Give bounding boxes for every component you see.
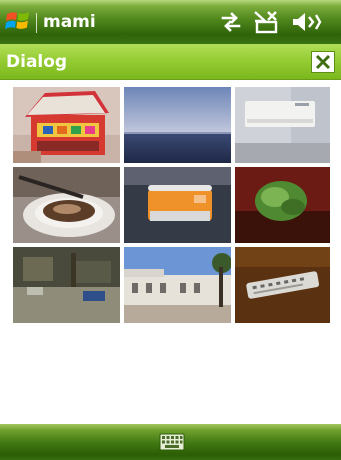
soft-key-bar [0,424,341,460]
thumbnail-grid [13,87,330,323]
dialog-title: Dialog [6,52,68,72]
thumb-remote-control[interactable] [235,247,330,323]
keyboard-icon [159,433,185,451]
status-bar: mami [0,0,341,44]
keyboard-button[interactable] [159,432,185,452]
thumb-street-scene[interactable] [13,247,120,323]
screen: mami Dialog [0,0,341,460]
status-divider [36,13,37,33]
sync-arrows-icon[interactable] [221,10,241,34]
close-icon [315,54,331,70]
thumb-sea-horizon[interactable] [124,87,231,163]
owner-name: mami [43,12,96,32]
dialog-title-bar: Dialog [0,44,341,80]
thumb-white-building[interactable] [124,247,231,323]
thumb-candy-box[interactable] [13,87,120,163]
no-signal-icon[interactable] [253,10,279,34]
thumb-orange-device[interactable] [124,167,231,243]
close-button[interactable] [311,51,335,73]
thumb-air-conditioner[interactable] [235,87,330,163]
windows-start-icon[interactable] [4,8,32,34]
thumb-green-plant[interactable] [235,167,330,243]
speaker-mute-icon[interactable] [291,10,323,34]
thumb-coffee-cup[interactable] [13,167,120,243]
